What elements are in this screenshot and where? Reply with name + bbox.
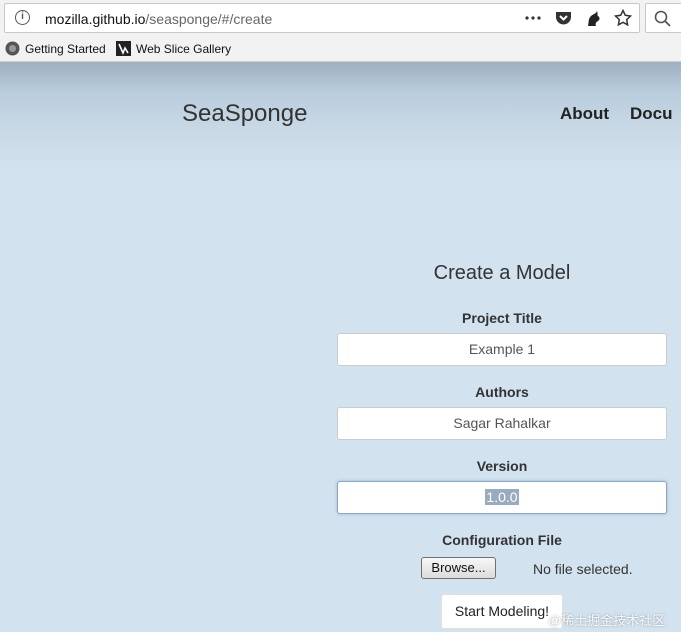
start-modeling-button[interactable]: Start Modeling! xyxy=(441,594,563,629)
form-title: Create a Model xyxy=(433,262,571,284)
url-text[interactable]: mozilla.github.io/seasponge/#/create xyxy=(45,11,272,27)
authors-label: Authors xyxy=(475,384,529,400)
version-input[interactable]: 1.0.0 xyxy=(337,481,667,514)
godzilla-icon[interactable] xyxy=(583,8,603,28)
brand-logo[interactable]: SeaSponge xyxy=(182,100,307,128)
nav-about[interactable]: About xyxy=(560,104,609,124)
project-title-input[interactable]: Example 1 xyxy=(337,333,667,366)
page-actions-icon[interactable] xyxy=(523,8,543,28)
bookmarks-toolbar: Getting Started Web Slice Gallery xyxy=(0,36,681,62)
info-icon[interactable]: i xyxy=(15,10,30,25)
authors-input[interactable]: Sagar Rahalkar xyxy=(337,407,667,440)
web-slice-icon xyxy=(116,41,131,56)
browser-toolbar: i mozilla.github.io/seasponge/#/create xyxy=(0,0,681,36)
browse-button[interactable]: Browse... xyxy=(421,557,496,579)
version-value-selected: 1.0.0 xyxy=(485,489,519,505)
version-label: Version xyxy=(476,458,528,474)
bookmark-getting-started[interactable]: Getting Started xyxy=(5,41,106,56)
page-content: SeaSponge About Docu Create a Model Proj… xyxy=(0,62,681,632)
search-icon xyxy=(654,10,671,27)
address-bar[interactable]: i mozilla.github.io/seasponge/#/create xyxy=(4,3,640,33)
bookmark-star-icon[interactable] xyxy=(613,8,633,28)
search-box[interactable] xyxy=(645,3,681,33)
pocket-icon[interactable] xyxy=(553,8,573,28)
no-file-text: No file selected. xyxy=(533,561,633,577)
nav-docs[interactable]: Docu xyxy=(630,104,673,124)
watermark: @稀土掘金技术社区 xyxy=(548,613,666,628)
firefox-icon xyxy=(5,41,20,56)
config-file-label: Configuration File xyxy=(442,532,562,548)
project-title-label: Project Title xyxy=(462,310,542,326)
bookmark-web-slice-gallery[interactable]: Web Slice Gallery xyxy=(116,41,231,56)
